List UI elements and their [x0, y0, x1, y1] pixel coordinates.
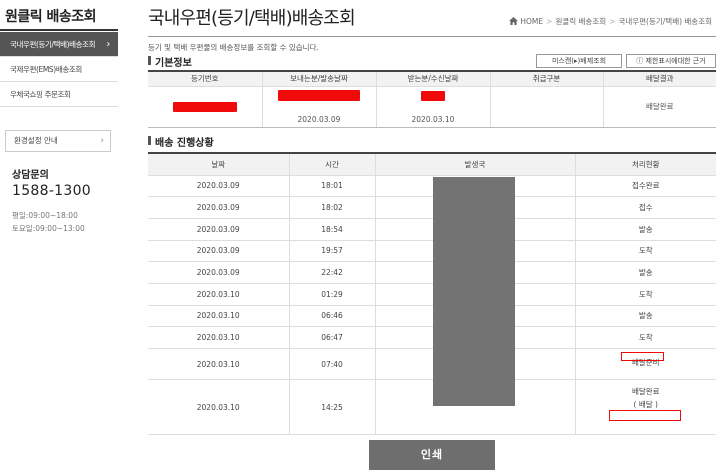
- title-divider: [148, 36, 716, 37]
- row-time: 06:46: [289, 305, 376, 328]
- sidebar-item-ems-tracking[interactable]: 국제우편(EMS)배송조회: [0, 57, 118, 82]
- cs-phone: 1588-1300: [12, 183, 92, 199]
- row-date: 2020.03.09: [148, 218, 290, 241]
- breadcrumb-current: 국내우편(등기/택배) 배송조회: [618, 17, 712, 26]
- col-header-result: 배달결과: [603, 71, 716, 87]
- col-header-office: 발생국: [375, 153, 576, 176]
- row-time: 19:57: [289, 240, 376, 263]
- row-time: 01:29: [289, 283, 376, 306]
- row-status[interactable]: 발송: [575, 261, 716, 284]
- sender-cell: 2020.03.09: [262, 86, 377, 128]
- table-row: 2020.03.09 22:42 발송: [148, 261, 716, 284]
- table-row: 2020.03.09 18:54 발송: [148, 218, 716, 241]
- row-status[interactable]: 발송: [575, 218, 716, 241]
- cs-title: 상담문의: [12, 170, 49, 181]
- col-header-receiver: 받는분/수신날짜: [376, 71, 491, 87]
- row-status[interactable]: 배달완료: [576, 386, 717, 397]
- col-header-date: 날짜: [148, 153, 290, 176]
- tracking-no-cell: [148, 86, 263, 128]
- table-row: 2020.03.10 06:47 도착: [148, 326, 716, 349]
- row-time: 18:54: [289, 218, 376, 241]
- row-time: 18:02: [289, 196, 376, 219]
- col-header-time: 시간: [289, 153, 376, 176]
- row-date: 2020.03.10: [148, 305, 290, 328]
- row-date: 2020.03.10: [148, 379, 290, 435]
- row-status[interactable]: 도착: [575, 283, 716, 306]
- row-status[interactable]: 도착: [575, 240, 716, 263]
- sidebar-menu: 국내우편(등기/택배)배송조회 › 국제우편(EMS)배송조회 우체국쇼핑 주문…: [0, 32, 118, 107]
- sidebar: 원클릭 배송조회 국내우편(등기/택배)배송조회 › 국제우편(EMS)배송조회…: [0, 0, 120, 472]
- row-date: 2020.03.10: [148, 283, 290, 306]
- progress-title: 배송 진행상황: [148, 134, 214, 149]
- breadcrumb-one-click[interactable]: 원클릭 배송조회: [555, 17, 606, 26]
- row-time: 18:01: [289, 175, 376, 198]
- row-time: 06:47: [289, 326, 376, 349]
- row-status[interactable]: 발송: [575, 305, 716, 328]
- table-row: 2020.03.09 19:57 도착: [148, 240, 716, 263]
- page-title: 국내우편(등기/택배)배송조회: [148, 8, 356, 29]
- basic-info-table: 등기번호 보내는분/발송날짜 받는분/수신날짜 취급구분 배달결과 2020.0…: [148, 70, 716, 128]
- row-status[interactable]: 접수완료: [575, 175, 716, 198]
- chevron-right-icon: ›: [100, 136, 104, 146]
- row-status[interactable]: 접수: [575, 196, 716, 219]
- page-description: 등기 및 택배 우편물의 배송정보를 조회할 수 있습니다.: [148, 43, 319, 52]
- redaction-receiver: [421, 90, 445, 101]
- table-row: 2020.03.09 18:01 접수완료: [148, 175, 716, 198]
- home-icon[interactable]: [509, 17, 519, 25]
- row-status-cell: 배달완료 ( 배달 ): [575, 379, 717, 435]
- sidebar-item-label: 국내우편(등기/택배)배송조회: [10, 40, 96, 49]
- env-settings-button[interactable]: 환경설정 안내 ›: [5, 130, 111, 152]
- sidebar-item-label: 우체국쇼핑 주문조회: [10, 90, 71, 99]
- row-date: 2020.03.09: [148, 240, 290, 263]
- col-header-tracking-no: 등기번호: [148, 71, 263, 87]
- row-time: 22:42: [289, 261, 376, 284]
- redaction-recipient-2: [609, 410, 681, 421]
- table-row: 2020.03.09 18:02 접수: [148, 196, 716, 219]
- basic-info-title: 기본정보: [148, 54, 192, 69]
- env-settings-label: 환경설정 안내: [14, 136, 58, 145]
- table-row: 2020.03.10 14:25 배달완료 ( 배달 ): [148, 379, 717, 435]
- breadcrumb-home[interactable]: HOME: [520, 17, 543, 26]
- redaction-sender: [278, 89, 360, 101]
- table-row: 2020.03.10 06:46 발송: [148, 305, 716, 328]
- result-cell: 배달완료: [603, 86, 716, 128]
- row-date: 2020.03.09: [148, 175, 290, 198]
- receiver-date: 2020.03.10: [411, 114, 455, 124]
- row-date: 2020.03.09: [148, 196, 290, 219]
- col-header-status: 처리현황: [575, 153, 716, 176]
- sidebar-item-label: 국제우편(EMS)배송조회: [10, 65, 82, 74]
- print-button[interactable]: 인쇄: [369, 440, 495, 470]
- row-status-sub: ( 배달 ): [633, 400, 658, 409]
- sender-date: 2020.03.09: [297, 114, 341, 124]
- row-status[interactable]: 도착: [575, 326, 716, 349]
- redaction-recipient-1: [621, 352, 664, 361]
- chevron-right-icon: ›: [106, 39, 110, 50]
- row-date: 2020.03.09: [148, 261, 290, 284]
- sidebar-item-shopping-order[interactable]: 우체국쇼핑 주문조회: [0, 82, 118, 107]
- breadcrumb: HOME > 원클릭 배송조회 > 국내우편(등기/택배) 배송조회: [509, 16, 712, 27]
- progress-table: 날짜 시간 발생국 처리현황 2020.03.09 18:01 접수완료 202…: [148, 152, 716, 435]
- redaction-office-block: [433, 177, 515, 406]
- row-date: 2020.03.10: [148, 326, 290, 349]
- restriction-basis-button[interactable]: ⓘ 제한표시에대한 근거: [626, 54, 716, 68]
- handling-cell: [490, 86, 604, 128]
- sidebar-item-domestic-tracking[interactable]: 국내우편(등기/택배)배송조회 ›: [0, 32, 118, 57]
- redaction-tracking-no: [172, 101, 237, 112]
- row-date: 2020.03.10: [148, 348, 290, 380]
- table-row: 2020.03.10 01:29 도착: [148, 283, 716, 306]
- row-time: 14:25: [289, 379, 376, 435]
- receiver-cell: 2020.03.10: [376, 86, 491, 128]
- sidebar-divider: [0, 29, 118, 31]
- row-time: 07:40: [289, 348, 376, 380]
- cs-hours-saturday: 토요일:09:00~13:00: [12, 224, 85, 233]
- cs-hours-weekday: 평일:09:00~18:00: [12, 211, 78, 220]
- col-header-sender: 보내는분/발송날짜: [262, 71, 377, 87]
- sidebar-title: 원클릭 배송조회: [5, 9, 97, 25]
- unscanned-exclusion-button[interactable]: 미스캔(▸)배제조회: [536, 54, 622, 68]
- col-header-handling: 취급구분: [490, 71, 604, 87]
